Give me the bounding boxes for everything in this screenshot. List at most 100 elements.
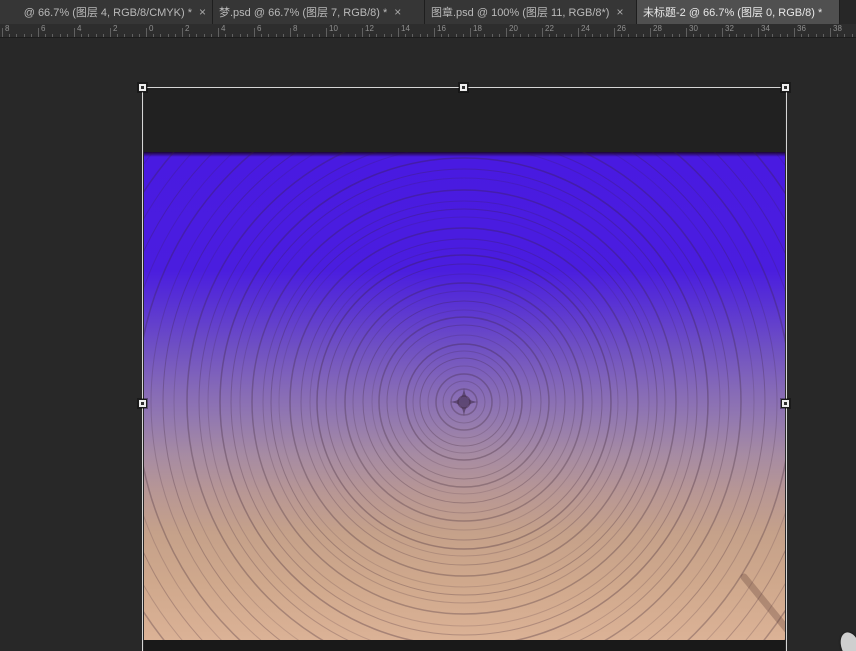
canvas-gradient-image[interactable] <box>144 152 785 640</box>
tab-document-2-title: 梦.psd @ 66.7% (图层 7, RGB/8) * <box>219 4 387 20</box>
ruler-tick <box>45 34 46 37</box>
ruler-tick <box>88 34 89 37</box>
ruler-tick <box>448 34 449 37</box>
ruler-tick <box>643 34 644 37</box>
ruler-tick <box>124 34 125 37</box>
tab-document-4-active[interactable]: 未标题-2 @ 66.7% (图层 0, RGB/8) * <box>637 0 840 24</box>
ruler-label: 34 <box>761 24 770 33</box>
ruler-tick <box>700 34 701 37</box>
ruler-tick <box>362 28 363 37</box>
tab-document-3[interactable]: 图章.psd @ 100% (图层 11, RGB/8*) × <box>425 0 637 24</box>
ruler-tick <box>369 34 370 37</box>
ruler-label: 28 <box>653 24 662 33</box>
ruler-tick <box>650 28 651 37</box>
ruler-tick <box>9 34 10 37</box>
ruler-tick <box>81 34 82 37</box>
ruler-tick <box>283 34 284 37</box>
tab-document-1[interactable]: @ 66.7% (图层 4, RGB/8/CMYK) * × <box>0 0 213 24</box>
transform-handle-middle-right[interactable] <box>781 399 790 408</box>
ruler-tick <box>38 28 39 37</box>
ruler-tick <box>2 28 3 37</box>
ruler-tick <box>729 34 730 37</box>
ruler-label: 22 <box>545 24 554 33</box>
center-star-icon <box>450 388 478 416</box>
ruler-tick <box>290 28 291 37</box>
ruler-tick <box>52 34 53 37</box>
ruler-tick <box>772 34 773 37</box>
ruler-tick <box>556 34 557 37</box>
ruler-tick <box>578 28 579 37</box>
ruler-label: 2 <box>113 24 117 33</box>
ruler-tick <box>628 34 629 37</box>
ruler-label: 32 <box>725 24 734 33</box>
ruler-tick <box>391 34 392 37</box>
ruler-tick <box>60 34 61 37</box>
ruler-tick <box>664 34 665 37</box>
ruler-tick <box>585 34 586 37</box>
ruler-tick <box>801 34 802 37</box>
ruler-label: 4 <box>221 24 225 33</box>
ruler-label: 0 <box>149 24 153 33</box>
ruler-tick <box>319 34 320 37</box>
ruler-tick <box>571 34 572 37</box>
ruler-tick <box>427 34 428 37</box>
transform-handle-top-left[interactable] <box>138 83 147 92</box>
ruler-tick <box>477 34 478 37</box>
tab-document-4-title: 未标题-2 @ 66.7% (图层 0, RGB/8) * <box>643 4 822 20</box>
ruler-tick <box>355 34 356 37</box>
ruler-tick <box>636 34 637 37</box>
ruler-tick <box>412 34 413 37</box>
ruler-label: 30 <box>689 24 698 33</box>
ruler-label: 2 <box>185 24 189 33</box>
tab-document-2[interactable]: 梦.psd @ 66.7% (图层 7, RGB/8) * × <box>213 0 425 24</box>
ruler-tick <box>96 34 97 37</box>
ruler-tick <box>715 34 716 37</box>
ruler-tick <box>794 28 795 37</box>
ruler-tick <box>758 28 759 37</box>
tab-document-3-title: 图章.psd @ 100% (图层 11, RGB/8*) <box>431 4 609 20</box>
photoshop-workspace: @ 66.7% (图层 4, RGB/8/CMYK) * × 梦.psd @ 6… <box>0 0 856 651</box>
ruler-label: 20 <box>509 24 518 33</box>
transform-handle-middle-left[interactable] <box>138 399 147 408</box>
ruler-tick <box>607 34 608 37</box>
ruler-tick <box>506 28 507 37</box>
ruler-label: 16 <box>437 24 446 33</box>
ruler-tick <box>564 34 565 37</box>
ruler-tick <box>441 34 442 37</box>
ruler-label: 10 <box>329 24 338 33</box>
ruler-tick <box>852 34 853 37</box>
transform-left-edge[interactable] <box>142 87 143 651</box>
ruler-tick <box>816 34 817 37</box>
ruler-tick <box>614 28 615 37</box>
ruler-label: 38 <box>833 24 842 33</box>
ruler-tick <box>549 34 550 37</box>
ruler-tick <box>592 34 593 37</box>
tab-document-1-title: @ 66.7% (图层 4, RGB/8/CMYK) * <box>24 4 192 20</box>
ruler-label: 36 <box>797 24 806 33</box>
ruler-tick <box>513 34 514 37</box>
ruler-tick <box>117 34 118 37</box>
close-icon[interactable]: × <box>616 6 623 18</box>
ruler-label: 6 <box>41 24 45 33</box>
ruler-tick <box>823 34 824 37</box>
ruler-tick <box>672 34 673 37</box>
close-icon[interactable]: × <box>394 6 401 18</box>
ruler-tick <box>420 34 421 37</box>
ruler-tick <box>470 28 471 37</box>
handle-hole <box>784 402 787 405</box>
transform-right-edge[interactable] <box>786 87 787 651</box>
ruler-tick <box>765 34 766 37</box>
tab-bar-empty-space <box>840 0 856 24</box>
close-icon[interactable]: × <box>199 6 206 18</box>
ruler[interactable]: 864202468101214161820222426283032343638 <box>0 24 856 38</box>
transform-handle-top-center[interactable] <box>459 83 468 92</box>
ruler-tick <box>182 28 183 37</box>
ruler-tick <box>600 34 601 37</box>
transform-handle-top-right[interactable] <box>781 83 790 92</box>
ruler-tick <box>376 34 377 37</box>
ruler-tick <box>153 34 154 37</box>
ruler-tick <box>211 34 212 37</box>
ruler-tick <box>196 34 197 37</box>
ruler-tick <box>276 34 277 37</box>
ruler-tick <box>240 34 241 37</box>
